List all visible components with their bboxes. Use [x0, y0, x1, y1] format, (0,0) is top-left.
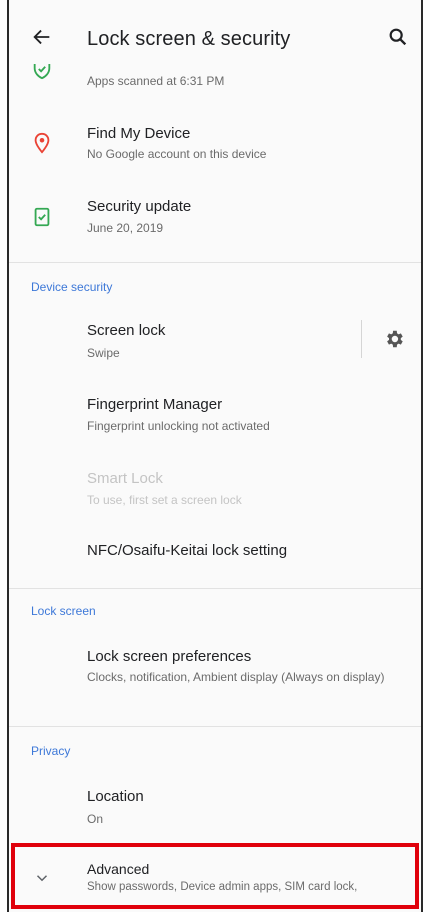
vertical-separator: [361, 320, 362, 358]
location-row[interactable]: Location On: [9, 776, 421, 836]
security-update-icon: [34, 207, 50, 227]
page-title: Lock screen & security: [87, 28, 291, 50]
screen-lock-title: Screen lock: [87, 322, 166, 339]
nfc-lock-title: NFC/Osaifu-Keitai lock setting: [87, 542, 288, 559]
lock-screen-preferences-title: Lock screen preferences: [87, 648, 252, 665]
lock-screen-preferences-summary: Clocks, notification, Ambient display (A…: [87, 670, 385, 684]
smart-lock-row: Smart Lock To use, first set a screen lo…: [9, 460, 421, 520]
divider: [9, 726, 421, 727]
screen-lock-row[interactable]: Screen lock Swipe: [9, 312, 421, 368]
chevron-down-icon: [36, 875, 48, 882]
advanced-title: Advanced: [87, 861, 150, 877]
find-my-device-row[interactable]: Find My Device No Google account on this…: [9, 112, 421, 174]
settings-screen: Apps scanned at 6:31 PM Find My Device N…: [7, 0, 423, 912]
security-update-row[interactable]: Security update June 20, 2019: [9, 186, 421, 248]
search-icon[interactable]: [387, 26, 409, 48]
security-update-title: Security update: [87, 198, 192, 215]
screen-lock-settings-button[interactable]: [361, 312, 421, 368]
security-update-summary: June 20, 2019: [87, 221, 164, 235]
fingerprint-manager-summary: Fingerprint unlocking not activated: [87, 419, 270, 433]
advanced-row[interactable]: Advanced Show passwords, Device admin ap…: [9, 847, 421, 907]
divider: [9, 262, 421, 263]
fingerprint-manager-row[interactable]: Fingerprint Manager Fingerprint unlockin…: [9, 386, 421, 446]
lock-screen-header: Lock screen: [31, 604, 96, 618]
settings-list: Apps scanned at 6:31 PM Find My Device N…: [9, 0, 421, 912]
arrow-back-icon[interactable]: [31, 26, 53, 48]
location-summary: On: [87, 812, 104, 826]
advanced-summary: Show passwords, Device admin apps, SIM c…: [87, 881, 358, 893]
divider: [9, 588, 421, 589]
find-my-device-summary: No Google account on this device: [87, 147, 267, 161]
smart-lock-title: Smart Lock: [87, 470, 163, 487]
privacy-header: Privacy: [31, 744, 71, 758]
location-pin-icon: [34, 132, 50, 154]
screen-lock-summary: Swipe: [87, 346, 120, 360]
fingerprint-manager-title: Fingerprint Manager: [87, 396, 223, 413]
nfc-lock-row[interactable]: NFC/Osaifu-Keitai lock setting: [9, 530, 421, 574]
lock-screen-preferences-row[interactable]: Lock screen preferences Clocks, notifica…: [9, 636, 421, 708]
find-my-device-title: Find My Device: [87, 125, 191, 142]
smart-lock-summary: To use, first set a screen lock: [87, 493, 242, 507]
play-protect-summary: Apps scanned at 6:31 PM: [87, 74, 225, 88]
app-bar: Lock screen & security: [9, 0, 421, 64]
gear-icon: [387, 330, 403, 348]
device-security-header: Device security: [31, 280, 113, 294]
location-title: Location: [87, 788, 144, 805]
